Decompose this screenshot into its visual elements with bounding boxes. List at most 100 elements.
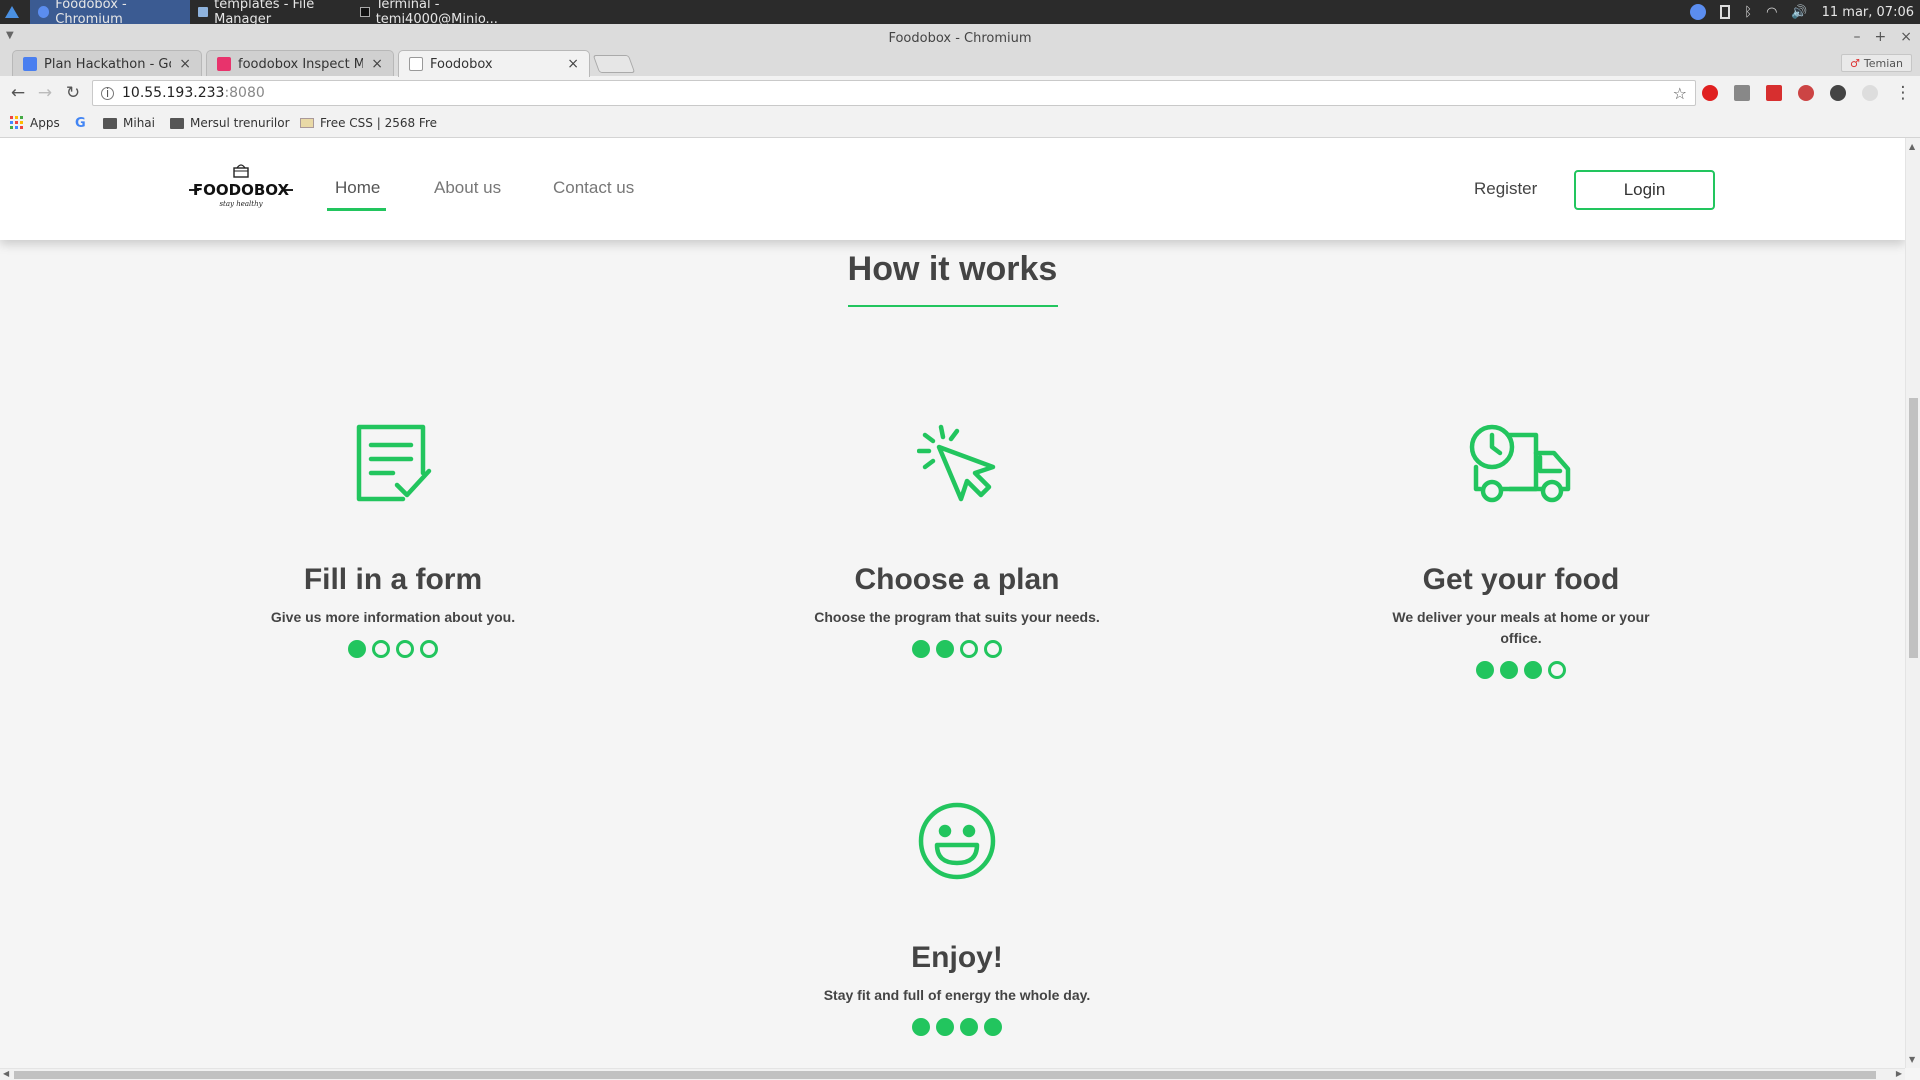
vertical-scrollbar[interactable]: ▲ ▼ <box>1905 138 1920 1068</box>
register-link[interactable]: Register <box>1474 179 1537 199</box>
info-icon[interactable]: i <box>101 86 114 100</box>
url-port: :8080 <box>224 85 265 101</box>
progress-dots <box>757 640 1157 658</box>
scroll-down-icon[interactable]: ▼ <box>1909 1055 1915 1064</box>
tab-close-icon[interactable]: × <box>567 56 579 72</box>
progress-dot-filled <box>960 1018 978 1036</box>
step-description: Choose the program that suits your needs… <box>814 609 1100 625</box>
url-host: 10.55.193.233 <box>122 85 225 101</box>
chromium-tray-icon[interactable] <box>1690 4 1707 20</box>
progress-dot-filled <box>348 640 366 658</box>
step-description: Give us more information about you. <box>270 609 516 625</box>
progress-dot-empty <box>1548 661 1566 679</box>
forward-icon[interactable]: → <box>35 83 55 103</box>
step-title: Fill in a form <box>303 563 483 596</box>
wifi-icon[interactable]: ◠ <box>1766 5 1777 20</box>
tab-strip: Plan Hackathon - Googl × foodobox Inspec… <box>0 50 1920 77</box>
scroll-left-icon[interactable]: ◀ <box>3 1069 9 1078</box>
progress-dot-filled <box>1500 661 1518 679</box>
app-menu-icon[interactable] <box>3 3 21 21</box>
scroll-right-icon[interactable]: ▶ <box>1896 1069 1902 1078</box>
bookmarks-bar: Apps G Mihai Mersul trenurilor Free CSS … <box>0 110 1920 138</box>
clipboard-icon[interactable] <box>1720 5 1731 19</box>
extension-icon[interactable] <box>1830 85 1846 101</box>
step-title: Enjoy! <box>911 941 1003 974</box>
progress-dot-filled <box>1524 661 1542 679</box>
tab-foodobox-inspect[interactable]: foodobox Inspect Mode × <box>206 50 394 77</box>
close-button[interactable]: × <box>1900 29 1912 45</box>
maximize-button[interactable]: + <box>1875 29 1887 45</box>
nav-active-underline <box>327 208 386 211</box>
scrollbar-thumb[interactable] <box>1909 398 1918 658</box>
address-bar[interactable]: i 10.55.193.233:8080 ☆ <box>92 80 1696 106</box>
bookmark-mihai[interactable]: Mihai <box>103 116 155 130</box>
clock[interactable]: 11 mar, 07:06 <box>1822 5 1914 20</box>
section-title: How it works <box>847 250 1058 288</box>
volume-icon[interactable]: 🔊 <box>1791 5 1807 20</box>
food-box-icon <box>233 164 249 178</box>
taskbar-task-label: templates - File Manager <box>214 0 315 27</box>
apps-grid-icon <box>10 116 23 129</box>
nav-about-us[interactable]: About us <box>434 178 501 198</box>
extension-icon[interactable] <box>1734 85 1750 101</box>
form-check-icon <box>356 424 432 502</box>
site-logo[interactable]: FOODOBOX stay healthy <box>188 162 294 214</box>
tab-close-icon[interactable]: × <box>179 56 191 72</box>
bookmark-google[interactable]: G <box>75 116 86 131</box>
progress-dots <box>1321 661 1721 679</box>
bookmark-apps[interactable]: Apps <box>10 116 60 130</box>
folder-icon <box>103 117 117 129</box>
tab-plan-hackathon[interactable]: Plan Hackathon - Googl × <box>12 50 202 77</box>
bookmark-star-icon[interactable]: ☆ <box>1673 84 1687 103</box>
profile-button[interactable]: ♂ Temian <box>1841 54 1912 72</box>
back-icon[interactable]: ← <box>8 83 28 103</box>
progress-dot-empty <box>984 640 1002 658</box>
page-viewport: FOODOBOX stay healthy Home About us Cont… <box>0 138 1905 1068</box>
profile-icon: ♂ <box>1850 56 1860 70</box>
taskbar-task-file-manager[interactable]: templates - File Manager <box>190 0 350 27</box>
progress-dot-empty <box>396 640 414 658</box>
new-tab-button[interactable] <box>592 55 636 73</box>
system-tray: ᛒ ◠ 🔊 11 mar, 07:06 <box>1690 0 1914 24</box>
window-title-bar: ▼ Foodobox - Chromium – + × <box>0 24 1920 52</box>
tab-close-icon[interactable]: × <box>371 56 383 72</box>
scroll-up-icon[interactable]: ▲ <box>1909 142 1915 151</box>
progress-dot-filled <box>936 640 954 658</box>
delivery-truck-icon <box>1469 424 1571 503</box>
nav-contact-us[interactable]: Contact us <box>553 178 634 198</box>
folder-icon <box>170 117 184 129</box>
section-title-underline <box>848 305 1058 307</box>
window-title: Foodobox - Chromium <box>888 31 1032 46</box>
folder-icon <box>198 7 209 17</box>
extension-icon[interactable] <box>1766 85 1782 101</box>
scrollbar-thumb[interactable] <box>14 1071 1876 1079</box>
step-fill-form: Fill in a form Give us more information … <box>193 423 593 658</box>
login-button[interactable]: Login <box>1574 170 1715 210</box>
bookmark-mersul-trenurilor[interactable]: Mersul trenurilor <box>170 116 290 130</box>
extension-icon[interactable] <box>1798 85 1814 101</box>
minimize-button[interactable]: – <box>1854 29 1861 45</box>
google-icon: G <box>75 116 86 131</box>
horizontal-scrollbar[interactable]: ◀ ▶ <box>0 1068 1905 1080</box>
bookmark-free-css[interactable]: Free CSS | 2568 Fre <box>300 116 437 130</box>
page-icon <box>300 118 314 128</box>
progress-dot-filled <box>912 1018 930 1036</box>
tab-foodobox[interactable]: Foodobox × <box>398 50 590 77</box>
chromium-icon <box>38 6 50 18</box>
logo-wordmark: FOODOBOX <box>192 181 290 199</box>
nav-home[interactable]: Home <box>335 178 380 198</box>
invision-icon <box>217 57 231 71</box>
menu-kebab-icon[interactable]: ⋮ <box>1893 83 1913 103</box>
taskbar-task-terminal[interactable]: Terminal - temi4000@Minio... <box>352 0 522 27</box>
progress-dot-empty <box>372 640 390 658</box>
reload-icon[interactable]: ↻ <box>63 83 83 103</box>
extension-icon[interactable] <box>1862 85 1878 101</box>
opera-extension-icon[interactable] <box>1702 85 1718 101</box>
step-enjoy: Enjoy! Stay fit and full of energy the w… <box>757 801 1157 1036</box>
taskbar-task-chromium[interactable]: Foodobox - Chromium <box>30 0 190 27</box>
google-docs-icon <box>23 57 37 71</box>
progress-dot-filled <box>1476 661 1494 679</box>
bluetooth-icon[interactable]: ᛒ <box>1744 5 1752 20</box>
logo-tagline: stay healthy <box>219 200 263 208</box>
step-description: We deliver your meals at home or your of… <box>1392 609 1650 646</box>
